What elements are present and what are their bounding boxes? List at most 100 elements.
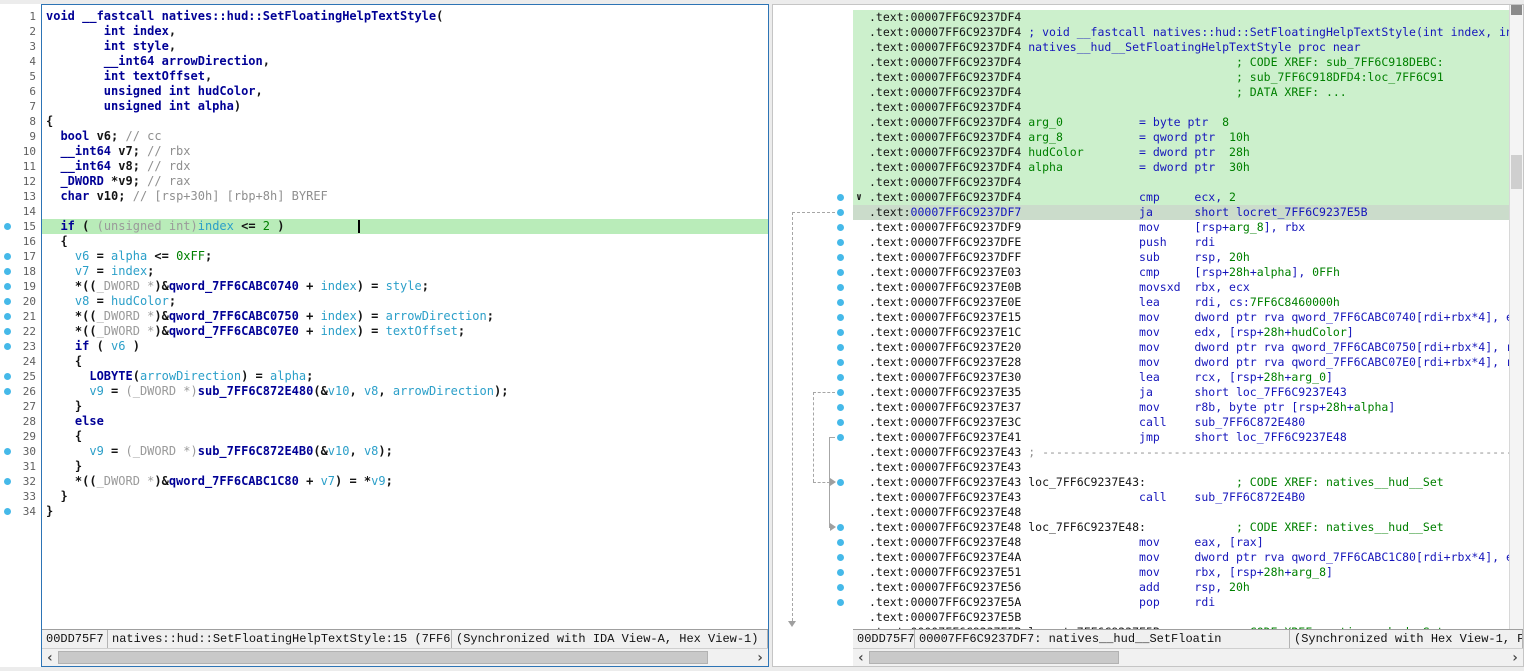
- pseudocode-line[interactable]: {: [42, 429, 768, 444]
- scroll-left-icon[interactable]: ‹: [853, 649, 869, 666]
- disassembly-row[interactable]: .text:00007FF6C9237E15 mov dword ptr rva…: [853, 310, 1509, 325]
- address-marker-dot[interactable]: [837, 344, 844, 351]
- disassembly-row[interactable]: .text:00007FF6C9237DF7 ja short locret_7…: [853, 205, 1509, 220]
- address-marker-dot[interactable]: [837, 419, 844, 426]
- address-marker-dot[interactable]: [837, 599, 844, 606]
- gutter-line-number[interactable]: 31: [0, 459, 41, 474]
- disassembly-row[interactable]: .text:00007FF6C9237E37 mov r8b, byte ptr…: [853, 400, 1509, 415]
- address-marker-dot[interactable]: [837, 239, 844, 246]
- line-marker-dot[interactable]: [4, 253, 11, 260]
- line-marker-dot[interactable]: [4, 283, 11, 290]
- hscroll-thumb[interactable]: [869, 651, 1119, 664]
- disassembly-row[interactable]: .text:00007FF6C9237DF4 ; DATA XREF: ...: [853, 85, 1509, 100]
- gutter-line-number[interactable]: 27: [0, 399, 41, 414]
- pseudocode-line[interactable]: void __fastcall natives::hud::SetFloatin…: [42, 9, 768, 24]
- line-marker-dot[interactable]: [4, 478, 11, 485]
- line-marker-dot[interactable]: [4, 223, 11, 230]
- address-marker-dot[interactable]: [837, 209, 844, 216]
- line-marker-dot[interactable]: [4, 313, 11, 320]
- disassembly-row[interactable]: .text:00007FF6C9237E20 mov dword ptr rva…: [853, 340, 1509, 355]
- gutter-line-number[interactable]: 29: [0, 429, 41, 444]
- pseudocode-line[interactable]: __int64 v7; // rbx: [42, 144, 768, 159]
- address-marker-dot[interactable]: [837, 554, 844, 561]
- disassembly-row[interactable]: .text:00007FF6C9237E43: [853, 460, 1509, 475]
- disassembly-row[interactable]: .text:00007FF6C9237DF4 ; CODE XREF: sub_…: [853, 55, 1509, 70]
- pseudocode-line[interactable]: *((_DWORD *)&qword_7FF6CABC0750 + index)…: [42, 309, 768, 324]
- gutter-line-number[interactable]: 9: [0, 129, 41, 144]
- line-marker-dot[interactable]: [4, 268, 11, 275]
- gutter-line-number[interactable]: 12: [0, 174, 41, 189]
- address-marker-dot[interactable]: [837, 254, 844, 261]
- pseudocode-line[interactable]: *((_DWORD *)&qword_7FF6CABC07E0 + index)…: [42, 324, 768, 339]
- disassembly-row[interactable]: .text:00007FF6C9237DF9 mov [rsp+arg_8], …: [853, 220, 1509, 235]
- disassembly-row[interactable]: .text:00007FF6C9237E28 mov dword ptr rva…: [853, 355, 1509, 370]
- collapse-chevron-icon[interactable]: ∨: [856, 190, 862, 205]
- disassembly-row[interactable]: .text:00007FF6C9237E5A pop rdi: [853, 595, 1509, 610]
- gutter-line-number[interactable]: 17: [0, 249, 41, 264]
- address-marker-dot[interactable]: [837, 299, 844, 306]
- gutter-line-number[interactable]: 1: [0, 9, 41, 24]
- pseudocode-line[interactable]: if ( v6 ): [42, 339, 768, 354]
- gutter-line-number[interactable]: 5: [0, 69, 41, 84]
- address-marker-dot[interactable]: [837, 269, 844, 276]
- address-marker-dot[interactable]: [837, 314, 844, 321]
- line-marker-dot[interactable]: [4, 373, 11, 380]
- pseudocode-line[interactable]: unsigned int hudColor,: [42, 84, 768, 99]
- disassembly-row[interactable]: .text:00007FF6C9237E35 ja short loc_7FF6…: [853, 385, 1509, 400]
- line-marker-dot[interactable]: [4, 298, 11, 305]
- address-marker-dot[interactable]: [837, 479, 844, 486]
- pseudocode-line[interactable]: bool v6; // cc: [42, 129, 768, 144]
- address-marker-dot[interactable]: [837, 584, 844, 591]
- disassembly-row[interactable]: .text:00007FF6C9237DF4: [853, 175, 1509, 190]
- disassembly-row[interactable]: .text:00007FF6C9237E43 ; ---------------…: [853, 445, 1509, 460]
- disassembly-row[interactable]: .text:00007FF6C9237E43 call sub_7FF6C872…: [853, 490, 1509, 505]
- disassembly-row[interactable]: .text:00007FF6C9237DFF sub rsp, 20h: [853, 250, 1509, 265]
- vscroll-mark[interactable]: [1511, 155, 1522, 189]
- disassembly-vscrollbar[interactable]: [1509, 5, 1523, 629]
- gutter-line-number[interactable]: 20: [0, 294, 41, 309]
- gutter-line-number[interactable]: 26: [0, 384, 41, 399]
- disassembly-row[interactable]: .text:00007FF6C9237DFE push rdi: [853, 235, 1509, 250]
- pseudocode-line[interactable]: }: [42, 399, 768, 414]
- gutter-line-number[interactable]: 34: [0, 504, 41, 519]
- address-marker-dot[interactable]: [837, 374, 844, 381]
- pseudocode-line[interactable]: LOBYTE(arrowDirection) = alpha;: [42, 369, 768, 384]
- disassembly-row[interactable]: .text:00007FF6C9237DF4 alpha = dword ptr…: [853, 160, 1509, 175]
- gutter-line-number[interactable]: 10: [0, 144, 41, 159]
- disassembly-row[interactable]: .text:00007FF6C9237DF4: [853, 10, 1509, 25]
- disassembly-row[interactable]: .text:00007FF6C9237E5B: [853, 610, 1509, 625]
- gutter-line-number[interactable]: 21: [0, 309, 41, 324]
- pseudocode-line[interactable]: int style,: [42, 39, 768, 54]
- disassembly-row[interactable]: .text:00007FF6C9237E3C call sub_7FF6C872…: [853, 415, 1509, 430]
- pseudocode-line[interactable]: _DWORD *v9; // rax: [42, 174, 768, 189]
- gutter-line-number[interactable]: 25: [0, 369, 41, 384]
- line-marker-dot[interactable]: [4, 508, 11, 515]
- line-marker-dot[interactable]: [4, 448, 11, 455]
- pseudocode-line[interactable]: *((_DWORD *)&qword_7FF6CABC1C80 + v7) = …: [42, 474, 768, 489]
- disassembly-row[interactable]: .text:00007FF6C9237E48 mov eax, [rax]: [853, 535, 1509, 550]
- line-marker-dot[interactable]: [4, 388, 11, 395]
- pseudocode-view[interactable]: void __fastcall natives::hud::SetFloatin…: [42, 5, 768, 629]
- disassembly-row[interactable]: .text:00007FF6C9237DF4 hudColor = dword …: [853, 145, 1509, 160]
- address-marker-dot[interactable]: [837, 389, 844, 396]
- disassembly-view[interactable]: .text:00007FF6C9237DF4.text:00007FF6C923…: [853, 5, 1509, 629]
- pseudocode-line[interactable]: int index,: [42, 24, 768, 39]
- gutter-line-number[interactable]: 7: [0, 99, 41, 114]
- disassembly-row[interactable]: .text:00007FF6C9237E5B locret_7FF6C9237E…: [853, 625, 1509, 629]
- disassembly-row[interactable]: .text:00007FF6C9237E48: [853, 505, 1509, 520]
- pseudocode-line[interactable]: __int64 v8; // rdx: [42, 159, 768, 174]
- pseudocode-line[interactable]: v8 = hudColor;: [42, 294, 768, 309]
- disassembly-row[interactable]: .text:00007FF6C9237DF4 arg_8 = qword ptr…: [853, 130, 1509, 145]
- pseudocode-line[interactable]: v7 = index;: [42, 264, 768, 279]
- gutter-line-number[interactable]: 6: [0, 84, 41, 99]
- pseudocode-line[interactable]: {: [42, 114, 768, 129]
- disassembly-row[interactable]: .text:00007FF6C9237E0B movsxd rbx, ecx: [853, 280, 1509, 295]
- pseudocode-line[interactable]: {: [42, 234, 768, 249]
- address-marker-dot[interactable]: [837, 194, 844, 201]
- disassembly-row[interactable]: .text:00007FF6C9237DF4: [853, 100, 1509, 115]
- pseudocode-line[interactable]: }: [42, 504, 768, 519]
- disassembly-row[interactable]: .text:00007FF6C9237DF4 ; sub_7FF6C918DFD…: [853, 70, 1509, 85]
- disassembly-row[interactable]: .text:00007FF6C9237E41 jmp short loc_7FF…: [853, 430, 1509, 445]
- gutter-line-number[interactable]: 22: [0, 324, 41, 339]
- pseudocode-line[interactable]: else: [42, 414, 768, 429]
